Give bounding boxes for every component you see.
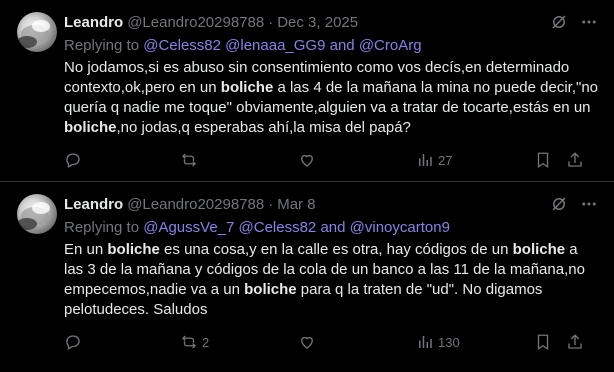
- text-segment: ,no jodas,q esperabas ahí,la misa del pa…: [116, 119, 411, 136]
- views-icon: [416, 151, 434, 169]
- retweet-icon: [180, 151, 198, 169]
- like-icon: [298, 333, 316, 351]
- like-button[interactable]: [298, 151, 320, 169]
- like-icon: [298, 151, 316, 169]
- mention-link[interactable]: @CroArg: [359, 37, 422, 54]
- share-icon: [566, 151, 584, 169]
- retweet-button[interactable]: [180, 151, 202, 169]
- mention-link[interactable]: @Celess82: [143, 37, 221, 54]
- reply-button[interactable]: [64, 333, 86, 351]
- tweet-date[interactable]: Dec 3, 2025: [277, 14, 358, 31]
- views-button[interactable]: 27: [416, 151, 452, 169]
- text-segment: es una cosa,y en la calle es otra, hay c…: [159, 241, 513, 258]
- views-button[interactable]: 130: [416, 333, 460, 351]
- separator: ·: [268, 13, 274, 31]
- more-icon[interactable]: [580, 195, 598, 213]
- bookmark-icon: [534, 333, 552, 351]
- mention-link[interactable]: @AgussVe_7: [143, 219, 234, 236]
- tweet[interactable]: Leandro @Leandro20298788 · Mar 8 Replyin…: [0, 182, 614, 372]
- reply-icon: [64, 151, 82, 169]
- replying-and: and: [316, 219, 350, 236]
- retweet-icon: [180, 333, 198, 351]
- replying-and: and: [325, 37, 359, 54]
- tweet-date[interactable]: Mar 8: [277, 196, 315, 213]
- more-icon[interactable]: [580, 13, 598, 31]
- avatar[interactable]: [17, 12, 57, 52]
- share-button[interactable]: [566, 151, 584, 169]
- replying-prefix: Replying to: [64, 37, 144, 54]
- text-segment-bold: boliche: [64, 119, 117, 136]
- text-segment-bold: boliche: [244, 281, 297, 298]
- views-icon: [416, 333, 434, 351]
- author-handle[interactable]: @Leandro20298788: [127, 14, 264, 31]
- mention-link[interactable]: @Celess82: [239, 219, 317, 236]
- bookmark-button[interactable]: [534, 333, 552, 351]
- grok-icon[interactable]: [550, 13, 568, 31]
- author-name[interactable]: Leandro: [64, 196, 123, 213]
- separator: ·: [268, 195, 274, 213]
- like-button[interactable]: [298, 333, 320, 351]
- text-segment-bold: boliche: [220, 79, 274, 96]
- tweet[interactable]: Leandro @Leandro20298788 · Dec 3, 2025 R…: [0, 0, 614, 182]
- grok-icon[interactable]: [550, 195, 568, 213]
- tweet-text: No jodamos,si es abuso sin consentimient…: [64, 58, 598, 138]
- share-button[interactable]: [566, 333, 584, 351]
- mention-link[interactable]: @lenaaa_GG9: [225, 37, 325, 54]
- tweet-text: En un boliche es una cosa,y en la calle …: [64, 240, 598, 320]
- retweet-button[interactable]: 2: [180, 333, 209, 351]
- replying-to: Replying to @Celess82 @lenaaa_GG9 and @C…: [64, 36, 598, 56]
- replying-prefix: Replying to: [64, 219, 144, 236]
- avatar[interactable]: [17, 194, 57, 234]
- author-name[interactable]: Leandro: [64, 14, 123, 31]
- text-segment-bold: boliche: [107, 241, 160, 258]
- bookmark-icon: [534, 151, 552, 169]
- views-count: 27: [438, 152, 453, 168]
- reply-button[interactable]: [64, 151, 86, 169]
- bookmark-button[interactable]: [534, 151, 552, 169]
- text-segment-bold: boliche: [512, 241, 566, 258]
- reply-icon: [64, 333, 82, 351]
- replying-to: Replying to @AgussVe_7 @Celess82 and @vi…: [64, 218, 598, 238]
- mention-link[interactable]: @vinoycarton9: [350, 219, 450, 236]
- author-handle[interactable]: @Leandro20298788: [127, 196, 264, 213]
- retweet-count: 2: [202, 334, 210, 350]
- views-count: 130: [438, 334, 460, 350]
- share-icon: [566, 333, 584, 351]
- text-segment: En un: [64, 241, 108, 258]
